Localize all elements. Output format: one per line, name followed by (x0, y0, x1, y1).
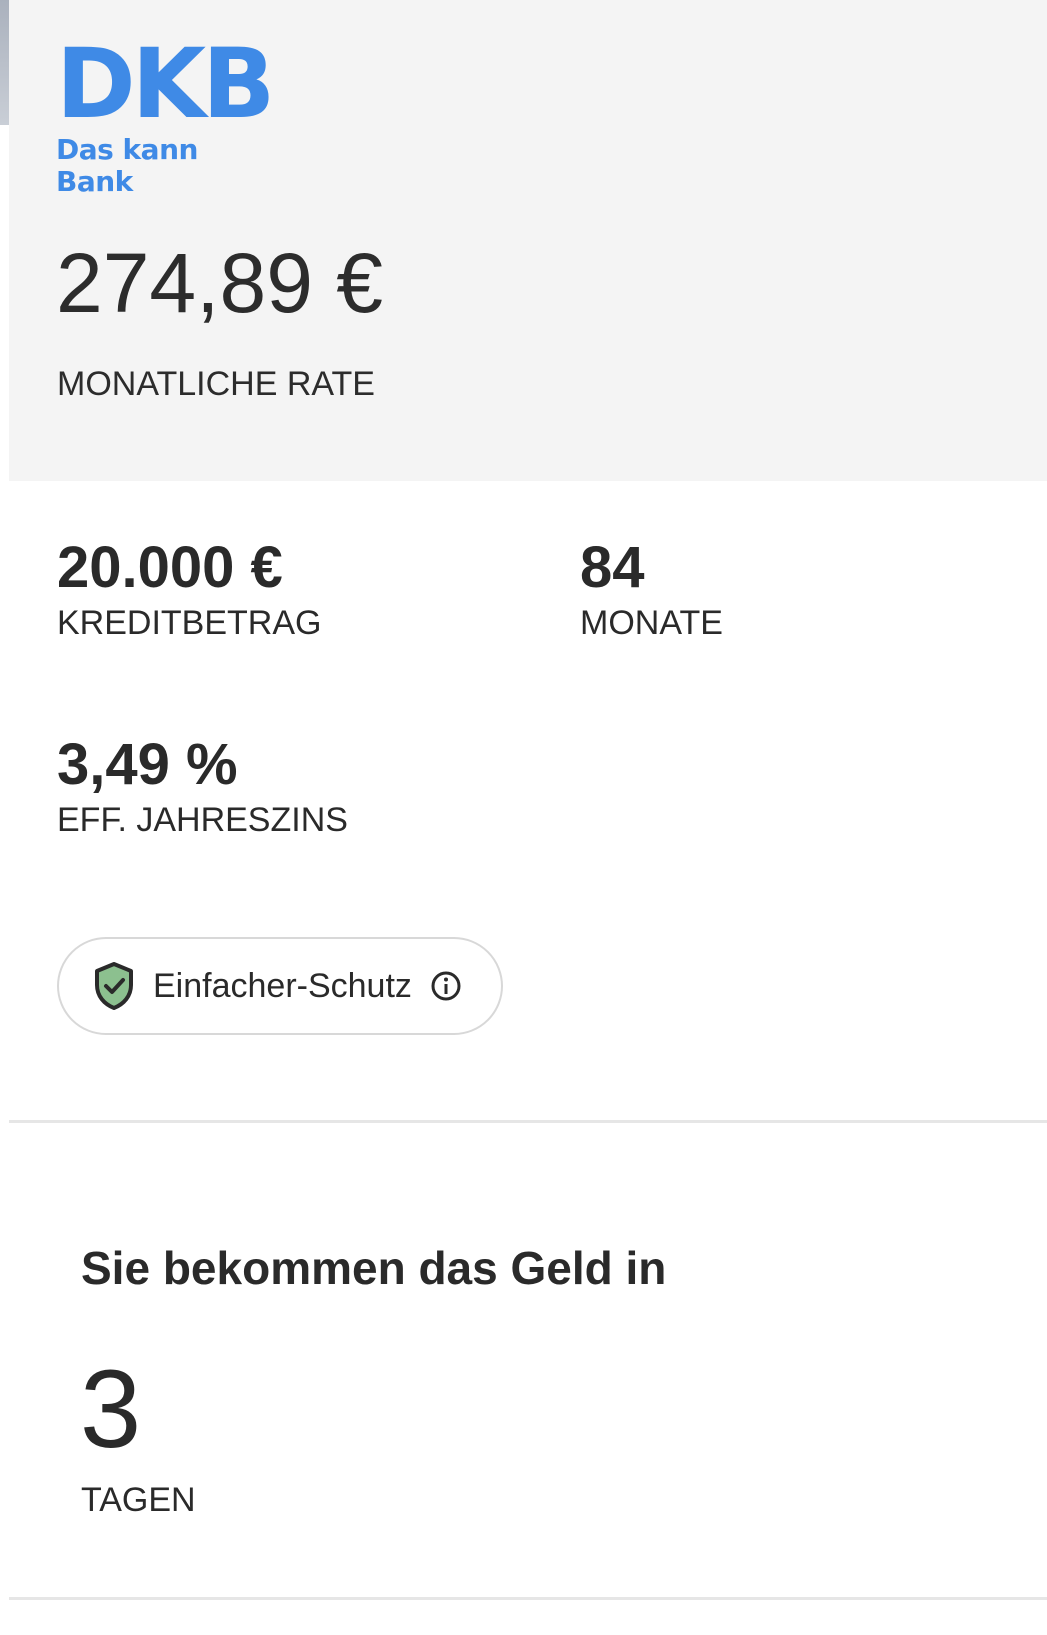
stat-term-label: MONATE (580, 604, 723, 642)
stat-credit-amount-label: KREDITBETRAG (57, 604, 322, 642)
stat-interest-rate-value: 3,49 % (57, 732, 238, 797)
stat-interest-rate: 3,49 % EFF. JAHRESZINS (57, 732, 348, 840)
monthly-rate-amount: 274,89 € (56, 236, 383, 330)
section-divider (9, 1120, 1047, 1123)
info-icon[interactable] (430, 970, 462, 1002)
dkb-logo: DKB Das kann Bank (56, 28, 276, 198)
loan-summary-page: DKB Das kann Bank 274,89 € MONATLICHE RA… (0, 0, 1047, 1635)
delivery-days-unit: TAGEN (81, 1481, 196, 1519)
delivery-days-value: 3 (80, 1348, 142, 1471)
section-divider-bottom (9, 1597, 1047, 1600)
stat-credit-amount: 20.000 € KREDITBETRAG (57, 535, 321, 643)
stat-credit-amount-value: 20.000 € (57, 535, 283, 600)
stat-term: 84 MONATE (580, 535, 723, 643)
stat-term-value: 84 (580, 535, 645, 600)
left-edge-strip (0, 0, 9, 125)
logo-claim: Das kann Bank (56, 133, 198, 198)
protection-chip-label: Einfacher-Schutz (153, 967, 412, 1005)
monthly-rate-label: MONATLICHE RATE (57, 365, 375, 403)
logo-wordmark: DKB (56, 28, 275, 140)
protection-chip[interactable]: Einfacher-Schutz (57, 937, 503, 1035)
shield-check-icon (93, 961, 135, 1011)
stat-interest-rate-label: EFF. JAHRESZINS (57, 801, 348, 839)
delivery-title: Sie bekommen das Geld in (81, 1242, 667, 1294)
